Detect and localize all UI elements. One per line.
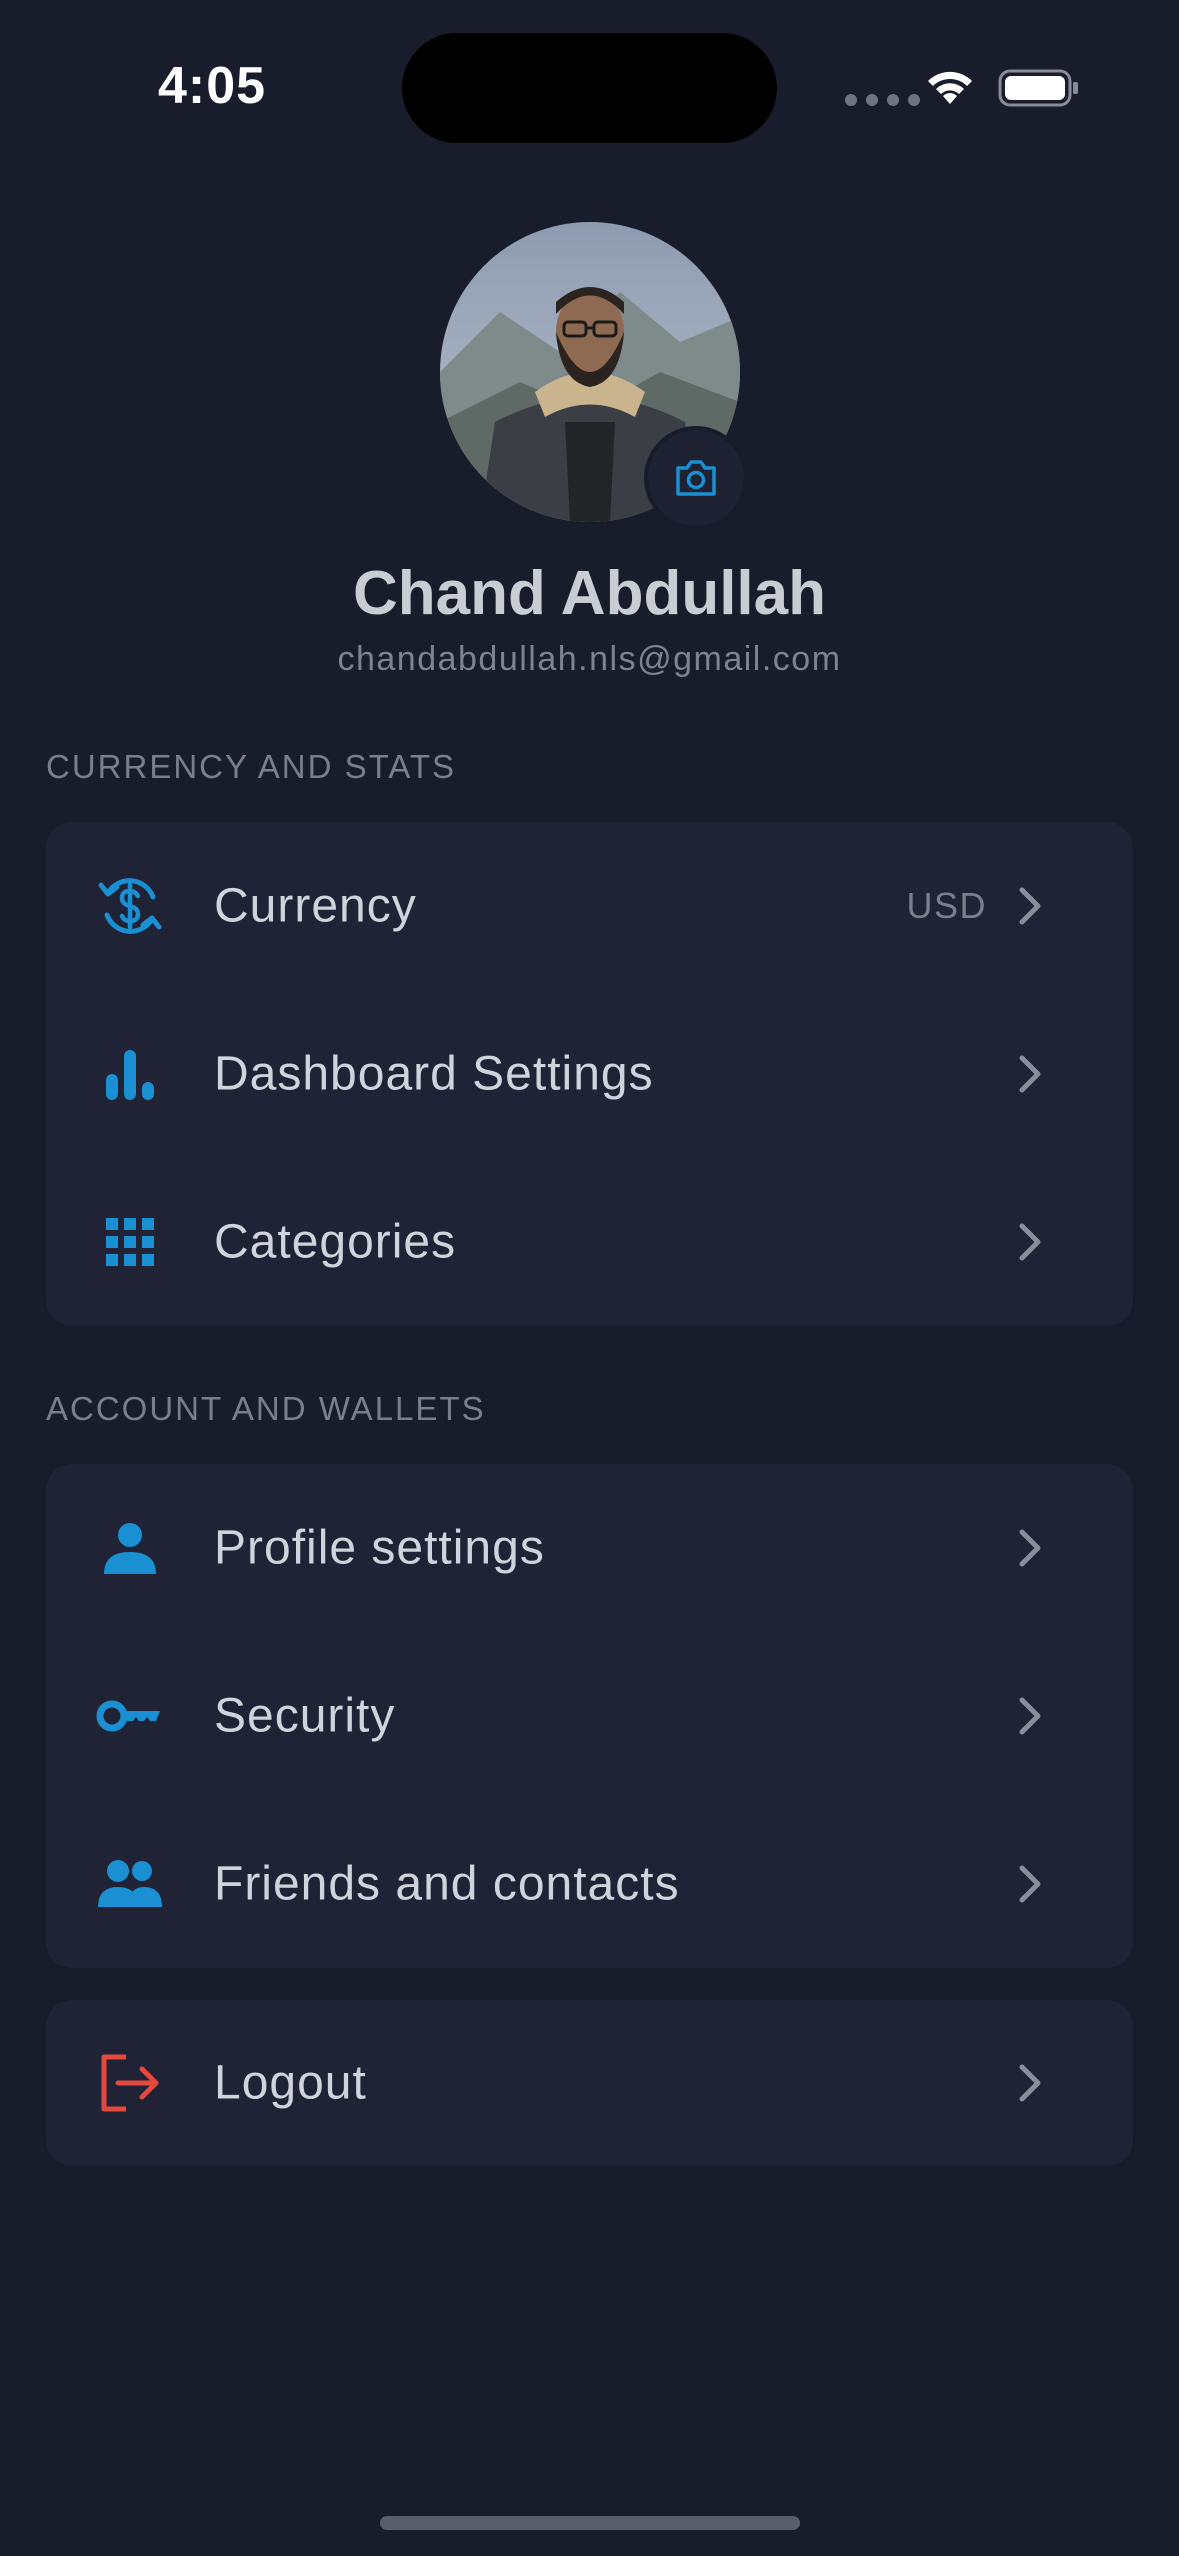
battery-icon <box>998 69 1078 107</box>
people-icon <box>94 1848 166 1920</box>
section-title-account-wallets: ACCOUNT AND WALLETS <box>46 1390 486 1427</box>
currency-value: USD <box>906 885 987 926</box>
chevron-right-icon <box>1019 1697 1041 1735</box>
status-time: 4:05 <box>158 57 267 115</box>
menu-item-label: Profile settings <box>214 1521 545 1575</box>
menu-item-categories[interactable]: Categories <box>46 1158 1133 1326</box>
currency-exchange-icon <box>94 870 166 942</box>
menu-item-dashboard-settings[interactable]: Dashboard Settings <box>46 990 1133 1158</box>
change-photo-button[interactable] <box>648 430 744 526</box>
chevron-right-icon <box>1019 2064 1041 2102</box>
grid-icon <box>94 1206 166 1278</box>
profile-name: Chand Abdullah <box>353 559 826 628</box>
profile-email: chandabdullah.nls@gmail.com <box>337 640 842 678</box>
home-indicator <box>380 2516 800 2530</box>
chevron-right-icon <box>1019 887 1041 925</box>
menu-item-label: Security <box>214 1689 396 1743</box>
cellular-signal-icon <box>845 94 920 106</box>
logout-card: Logout <box>46 2000 1133 2166</box>
menu-item-label: Dashboard Settings <box>214 1047 654 1101</box>
menu-item-label: Currency <box>214 879 417 933</box>
profile-avatar-container <box>440 222 744 526</box>
status-bar: 4:05 <box>0 0 1179 180</box>
camera-icon <box>676 460 716 496</box>
chevron-right-icon <box>1019 1865 1041 1903</box>
bar-chart-icon <box>94 1038 166 1110</box>
key-icon <box>94 1680 166 1752</box>
logout-icon <box>94 2047 166 2119</box>
dynamic-island <box>402 33 777 143</box>
menu-item-label: Categories <box>214 1215 457 1269</box>
menu-item-friends-contacts[interactable]: Friends and contacts <box>46 1800 1133 1968</box>
menu-item-currency[interactable]: Currency USD <box>46 822 1133 990</box>
chevron-right-icon <box>1019 1529 1041 1567</box>
wifi-icon <box>928 71 972 104</box>
chevron-right-icon <box>1019 1055 1041 1093</box>
chevron-right-icon <box>1019 1223 1041 1261</box>
menu-item-profile-settings[interactable]: Profile settings <box>46 1464 1133 1632</box>
section-title-currency-stats: CURRENCY AND STATS <box>46 748 457 785</box>
logout-label: Logout <box>214 2056 367 2110</box>
menu-item-security[interactable]: Security <box>46 1632 1133 1800</box>
currency-stats-card: Currency USD Dashboard Settings Categori… <box>46 822 1133 1326</box>
logout-button[interactable]: Logout <box>46 2000 1133 2166</box>
account-wallets-card: Profile settings Security Friends and co… <box>46 1464 1133 1968</box>
person-icon <box>94 1512 166 1584</box>
menu-item-label: Friends and contacts <box>214 1857 680 1911</box>
